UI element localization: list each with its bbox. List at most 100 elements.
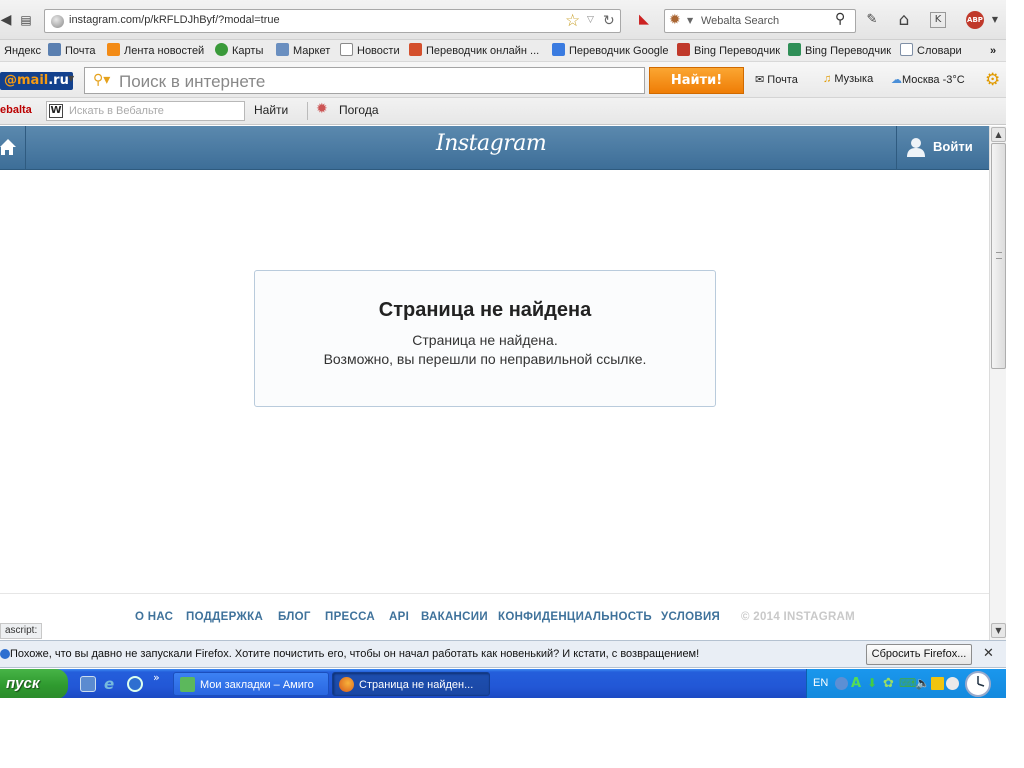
bookmark-label: Лента новостей: [124, 45, 205, 57]
mailru-mail-link[interactable]: ✉ Почта: [755, 73, 798, 86]
instagram-logo[interactable]: Instagram: [436, 131, 547, 156]
adblock-dropdown-icon[interactable]: ▼: [985, 10, 1005, 30]
tools-icon[interactable]: ✎: [862, 10, 882, 30]
bookmark-bing-translator-2[interactable]: Bing Переводчик: [788, 43, 891, 59]
bookmark-maps[interactable]: Карты: [215, 43, 263, 59]
footer-link-jobs[interactable]: ВАКАНСИИ: [421, 611, 488, 623]
bookmark-news[interactable]: Новости: [340, 43, 400, 59]
bookmark-google-translate[interactable]: Переводчик Google: [552, 43, 669, 59]
google-translate-icon: [552, 43, 565, 56]
vertical-scrollbar[interactable]: ▲ ▼: [989, 126, 1006, 640]
mailru-weather-link[interactable]: ☁Москва -3°C: [891, 73, 965, 86]
engine-dropdown-icon[interactable]: ▼: [687, 16, 693, 25]
bookmark-market[interactable]: Маркет: [276, 43, 330, 59]
scroll-down-icon[interactable]: ▼: [991, 623, 1006, 638]
mailru-search-placeholder[interactable]: Поиск в интернете: [119, 72, 265, 92]
close-icon[interactable]: ✕: [983, 646, 994, 661]
warning-tray-icon[interactable]: [931, 677, 944, 690]
mailru-logo[interactable]: @mail.ru: [0, 72, 73, 90]
quicklaunch-overflow-icon[interactable]: »: [153, 671, 160, 684]
task-label: Страница не найден...: [359, 679, 474, 691]
bookmark-translator-online[interactable]: Переводчик онлайн ...: [409, 43, 539, 59]
footer-copyright: © 2014 INSTAGRAM: [741, 611, 856, 623]
webalta-search-input[interactable]: W Искать в Вебальте: [46, 101, 245, 121]
kaspersky-icon[interactable]: ◣: [634, 10, 654, 30]
clock-icon[interactable]: [961, 670, 995, 698]
mailru-search-input[interactable]: ⚲▾ Поиск в интернете: [84, 67, 645, 94]
footer-link-terms[interactable]: УСЛОВИЯ: [661, 611, 720, 623]
search-engine-icon[interactable]: ✹: [669, 12, 681, 28]
volume-icon[interactable]: 🔈: [915, 677, 930, 690]
bookmark-label: Переводчик Google: [569, 45, 669, 57]
amigo-icon: [180, 677, 195, 692]
footer-link-support[interactable]: ПОДДЕРЖКА: [186, 611, 263, 623]
home-button[interactable]: [0, 126, 26, 170]
error-message-line1: Страница не найдена.: [412, 332, 558, 348]
search-box[interactable]: ✹ ▼ Webalta Search ⚲: [664, 9, 856, 33]
webalta-weather-link[interactable]: Погода: [339, 103, 379, 117]
bookmark-bing-translator[interactable]: Bing Переводчик: [677, 43, 780, 59]
history-icon[interactable]: ▤: [18, 10, 34, 30]
icq-tray-icon[interactable]: ✿: [883, 677, 896, 690]
mailru-dropdown-icon[interactable]: ▼: [68, 74, 74, 83]
footer-link-about[interactable]: О НАС: [135, 611, 173, 623]
search-icon[interactable]: ⚲: [835, 11, 845, 27]
scrollbar-thumb[interactable]: [991, 143, 1006, 369]
webalta-placeholder[interactable]: Искать в Вебальте: [69, 105, 164, 117]
gear-icon[interactable]: ⚙: [985, 70, 1000, 90]
mailru-logo-suffix: .ru: [48, 73, 69, 88]
webalta-logo[interactable]: ebalta: [0, 104, 32, 116]
amigo-tray-icon[interactable]: A: [851, 677, 864, 690]
footer-link-privacy[interactable]: КОНФИДЕНЦИАЛЬНОСТЬ: [498, 611, 652, 623]
back-icon[interactable]: ◀: [0, 10, 16, 30]
mailru-logo-prefix: @mail: [4, 73, 49, 88]
url-text[interactable]: instagram.com/p/kRFLDJhByf/?modal=true: [69, 14, 280, 26]
mailru-find-button[interactable]: Найти!: [649, 67, 744, 94]
music-label: Музыка: [834, 73, 874, 85]
bookmark-label: Яндекс: [4, 45, 41, 57]
login-button[interactable]: Войти: [896, 126, 989, 170]
music-icon: ♫: [823, 73, 832, 85]
mailru-toolbar: @mail.ru ▼ ⚲▾ Поиск в интернете Найти! ✉…: [0, 62, 1006, 98]
security-tray-icon[interactable]: [946, 677, 959, 690]
task-firefox-page[interactable]: Страница не найден...: [332, 672, 490, 696]
bookmark-news-feed[interactable]: Лента новостей: [107, 43, 204, 59]
k-button-icon[interactable]: K: [930, 12, 946, 28]
reset-firefox-button[interactable]: Сбросить Firefox...: [866, 644, 972, 665]
scroll-up-icon[interactable]: ▲: [991, 127, 1006, 142]
firefox-notification-bar: Похоже, что вы давно не запускали Firefo…: [0, 640, 1006, 668]
search-icon: ⚲▾: [93, 72, 111, 88]
adblock-icon[interactable]: ABP: [966, 11, 984, 29]
mailru-music-link[interactable]: ♫ Музыка: [823, 73, 873, 85]
media-player-icon[interactable]: [127, 676, 143, 692]
internet-explorer-icon[interactable]: e: [104, 676, 120, 692]
webalta-find-button[interactable]: Найти: [254, 103, 288, 117]
rss-icon: [107, 43, 120, 56]
bookmark-star-icon[interactable]: ☆: [565, 10, 580, 32]
translator-icon: [409, 43, 422, 56]
back-tray-icon[interactable]: [835, 677, 848, 690]
url-dropdown-icon[interactable]: ▽: [587, 15, 594, 25]
footer-link-blog[interactable]: БЛОГ: [278, 611, 311, 623]
start-button[interactable]: пуск: [0, 669, 68, 698]
download-tray-icon[interactable]: ⬇: [867, 677, 880, 690]
bookmark-yandex[interactable]: Яндекс: [4, 43, 41, 59]
footer-link-api[interactable]: API: [389, 611, 409, 623]
windows-taskbar: пуск e » Мои закладки – Амиго Страница н…: [0, 669, 1006, 698]
task-amigo-bookmarks[interactable]: Мои закладки – Амиго: [173, 672, 329, 696]
show-desktop-icon[interactable]: [80, 676, 96, 692]
weather-sun-icon: ✹: [316, 101, 328, 117]
bookmark-dictionaries[interactable]: Словари: [900, 43, 962, 59]
news-icon: [340, 43, 353, 56]
bookmark-mail[interactable]: Почта: [48, 43, 96, 59]
network-tray-icon[interactable]: ⌨: [899, 677, 916, 690]
language-indicator[interactable]: EN: [813, 677, 828, 689]
search-placeholder[interactable]: Webalta Search: [701, 15, 779, 27]
bookmarks-overflow-icon[interactable]: »: [990, 43, 996, 59]
address-bar[interactable]: instagram.com/p/kRFLDJhByf/?modal=true ☆…: [44, 9, 621, 33]
info-icon: [0, 649, 10, 659]
reload-icon[interactable]: ↻: [603, 11, 615, 31]
home-icon[interactable]: ⌂: [894, 10, 914, 30]
notification-text: Похоже, что вы давно не запускали Firefo…: [10, 648, 700, 660]
footer-link-press[interactable]: ПРЕССА: [325, 611, 375, 623]
